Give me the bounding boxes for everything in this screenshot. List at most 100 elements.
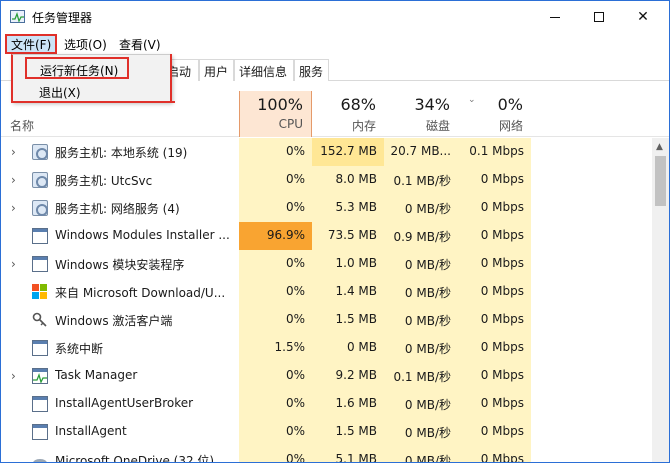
process-name: Windows Modules Installer ... [55,228,230,242]
table-row[interactable]: › Task Manager 0% 9.2 MB 0.1 MB/秒 0 Mbps [1,362,651,390]
service-host-icon [32,172,48,188]
task-manager-icon [10,10,25,23]
app-window-icon [32,256,48,272]
disk-value: 0 MB/秒 [384,194,458,222]
network-label: 网络 [498,119,523,133]
menu-options[interactable]: 选项(O) [59,35,112,54]
tab-details[interactable]: 详细信息 [234,59,294,81]
network-value: 0 Mbps [458,194,531,222]
process-list: › 服务主机: 本地系统 (19) 0% 152.7 MB 20.7 MB... 0.1 … [1,138,651,462]
table-row[interactable]: › 服务主机: 本地系统 (19) 0% 152.7 MB 20.7 MB... 0.1 … [1,138,651,166]
menu-view[interactable]: 查看(V) [114,35,166,54]
key-icon [32,312,48,328]
process-name: Windows 激活客户端 [55,314,173,328]
cpu-value: 0% [239,306,312,334]
maximize-icon [594,12,604,22]
tab-services[interactable]: 服务 [294,59,329,81]
file-menu-dropdown: 运行新任务(N) 退出(X) [11,54,175,103]
memory-value: 0 MB [312,334,384,362]
disk-value: 0 MB/秒 [384,278,458,306]
title-bar[interactable]: 任务管理器 ✕ [1,1,669,33]
close-button[interactable]: ✕ [621,1,665,33]
table-row[interactable]: › 服务主机: UtcSvc 0% 8.0 MB 0.1 MB/秒 0 Mbps [1,166,651,194]
expand-chevron-icon[interactable]: › [11,201,21,215]
process-name: 来自 Microsoft Download/U... [55,286,226,300]
expand-chevron-icon[interactable]: › [11,257,21,271]
column-name[interactable]: 名称 [10,117,34,134]
expand-chevron-icon[interactable]: › [11,369,21,383]
process-name: 系统中断 [55,342,104,356]
memory-value: 1.6 MB [312,390,384,418]
table-row[interactable]: 系统中断 1.5% 0 MB 0 MB/秒 0 Mbps [1,334,651,362]
disk-value: 0.1 MB/秒 [384,362,458,390]
cpu-value: 0% [239,194,312,222]
service-host-icon [32,144,48,160]
column-disk[interactable]: 34% 磁盘 [384,91,458,137]
process-name: InstallAgent [55,424,127,438]
table-row[interactable]: Windows Modules Installer ... 96.9% 73.5 M… [1,222,651,250]
run-new-task-item[interactable]: 运行新任务(N) [25,57,129,79]
tab-users[interactable]: 用户 [199,59,234,81]
memory-value: 73.5 MB [312,222,384,250]
table-row[interactable]: Microsoft OneDrive (32 位) 0% 5.1 MB 0 MB/秒 0… [1,446,651,462]
cpu-value: 0% [239,278,312,306]
process-name: Task Manager [55,368,138,382]
table-row[interactable]: › 服务主机: 网络服务 (4) 0% 5.3 MB 0 MB/秒 0 Mbps [1,194,651,222]
minimize-button[interactable] [533,1,577,33]
disk-value: 0 MB/秒 [384,446,458,462]
task-manager-window: 任务管理器 ✕ 文件(F) 选项(O) 查看(V) 启动 用户 详细信息 服务 … [0,0,670,463]
task-manager-icon [32,368,48,384]
memory-value: 1.5 MB [312,306,384,334]
service-host-icon [32,200,48,216]
microsoft-logo-icon [32,284,48,300]
process-name: 服务主机: 本地系统 (19) [55,146,188,160]
table-row[interactable]: InstallAgentUserBroker 0% 1.6 MB 0 MB/秒 0 Mb… [1,390,651,418]
table-row[interactable]: InstallAgent 0% 1.5 MB 0 MB/秒 0 Mbps [1,418,651,446]
table-row[interactable]: 来自 Microsoft Download/U... 0% 1.4 MB 0 MB/秒… [1,278,651,306]
memory-value: 1.4 MB [312,278,384,306]
disk-value: 0 MB/秒 [384,306,458,334]
memory-value: 1.0 MB [312,250,384,278]
disk-label: 磁盘 [425,119,450,133]
exit-item[interactable]: 退出(X) [13,80,81,102]
memory-value: 9.2 MB [312,362,384,390]
cpu-value: 96.9% [239,222,312,250]
memory-label: 内存 [351,119,376,133]
disk-value: 0 MB/秒 [384,250,458,278]
menu-file[interactable]: 文件(F) [5,34,58,54]
scrollbar-thumb[interactable] [655,156,666,206]
disk-value: 0.1 MB/秒 [384,166,458,194]
column-memory[interactable]: 68% 内存 [312,91,384,137]
expand-chevron-icon[interactable]: › [11,145,21,159]
close-icon: ✕ [637,9,649,25]
network-value: 0 Mbps [458,418,531,446]
process-name: 服务主机: UtcSvc [55,174,153,188]
onedrive-cloud-icon [32,452,48,462]
cpu-value: 0% [239,418,312,446]
vertical-scrollbar[interactable]: ▲ [652,138,669,462]
table-row[interactable]: › Windows 模块安装程序 0% 1.0 MB 0 MB/秒 0 Mbps [1,250,651,278]
memory-value: 5.3 MB [312,194,384,222]
expand-chevron-icon[interactable]: › [11,173,21,187]
memory-total: 68% [340,95,376,114]
memory-value: 1.5 MB [312,418,384,446]
network-value: 0 Mbps [458,306,531,334]
network-value: 0 Mbps [458,446,531,462]
disk-value: 0 MB/秒 [384,334,458,362]
maximize-button[interactable] [577,1,621,33]
cpu-value: 1.5% [239,334,312,362]
highlight-border [170,54,172,102]
network-value: 0 Mbps [458,362,531,390]
table-row[interactable]: Windows 激活客户端 0% 1.5 MB 0 MB/秒 0 Mbps [1,306,651,334]
cpu-label: CPU [278,117,303,131]
column-cpu[interactable]: 100% CPU [239,91,312,137]
cpu-value: 0% [239,138,312,166]
cpu-value: 0% [239,166,312,194]
network-value: 0.1 Mbps [458,138,531,166]
cpu-value: 0% [239,250,312,278]
disk-total: 34% [414,95,450,114]
scroll-up-icon[interactable]: ▲ [656,142,663,152]
network-value: 0 Mbps [458,334,531,362]
minimize-icon [550,16,560,18]
disk-value: 0 MB/秒 [384,418,458,446]
